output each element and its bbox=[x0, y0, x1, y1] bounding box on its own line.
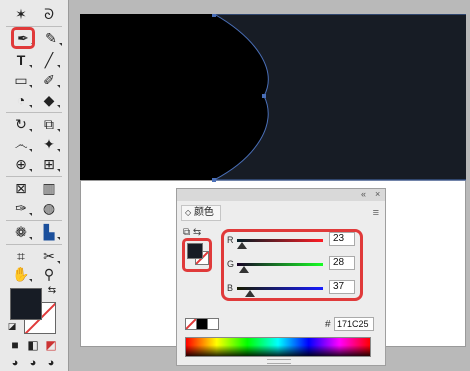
shaper-tool-icon[interactable]: ◔ bbox=[8, 90, 34, 110]
perspective-grid-tool-icon[interactable]: ⊞ bbox=[36, 154, 62, 174]
gradient-mode-icon[interactable]: ◧ bbox=[24, 338, 42, 352]
lasso-icon[interactable]: ᘐ bbox=[36, 4, 62, 24]
mesh-tool-icon[interactable]: ⊠ bbox=[8, 178, 34, 198]
hex-label: # bbox=[325, 319, 331, 330]
draw-behind-icon[interactable]: ◕ bbox=[24, 356, 42, 370]
close-panel-icon[interactable]: × bbox=[375, 189, 380, 199]
draw-normal-icon[interactable]: ◕ bbox=[6, 356, 24, 370]
gradient-tool-icon[interactable]: ▥ bbox=[36, 178, 62, 198]
paintbrush-tool-icon[interactable]: ✐ bbox=[36, 70, 62, 90]
slice-tool-icon[interactable]: ✂ bbox=[36, 246, 62, 266]
line-tool-icon[interactable]: ╱ bbox=[36, 50, 62, 70]
tools-panel: ✶ ᘐ ✒ ✎ T ╱ ▭ ✐ ◔ ◆ ↻ ⧉ ෴ ✦ ⊕ ⊞ ⊠ ▥ ✑ ◍ … bbox=[0, 0, 69, 371]
hex-value-field[interactable]: 171C25 bbox=[334, 317, 374, 331]
tab-color[interactable]: ◇ 颜色 bbox=[181, 205, 221, 221]
scale-tool-icon[interactable]: ⧉ bbox=[36, 114, 62, 134]
eyedropper-tool-icon[interactable]: ✑ bbox=[8, 198, 34, 218]
collapse-panel-icon[interactable]: « bbox=[361, 189, 366, 199]
panel-resize-grip[interactable] bbox=[267, 359, 291, 364]
color-spectrum-ramp[interactable] bbox=[185, 337, 371, 357]
blend-tool-icon[interactable]: ◍ bbox=[36, 198, 62, 218]
puppet-warp-tool-icon[interactable]: ✦ bbox=[36, 134, 62, 154]
toolbar-divider bbox=[6, 112, 62, 113]
rotate-tool-icon[interactable]: ↻ bbox=[8, 114, 34, 134]
default-fill-stroke-icon[interactable]: ◪ bbox=[6, 320, 18, 332]
none-mode-icon[interactable]: ◩ bbox=[42, 338, 60, 352]
curvature-tool-icon[interactable]: ✎ bbox=[38, 28, 64, 48]
magic-wand-icon[interactable]: ✶ bbox=[8, 4, 34, 24]
color-mode-icon[interactable]: ■ bbox=[6, 338, 24, 352]
toolbar-divider bbox=[6, 176, 62, 177]
draw-inside-icon[interactable]: ◕ bbox=[42, 356, 60, 370]
zoom-tool-icon[interactable]: ⚲ bbox=[36, 264, 62, 284]
symbol-sprayer-tool-icon[interactable]: ❁ bbox=[8, 222, 34, 242]
white-swatch[interactable] bbox=[207, 318, 219, 330]
rgb-sliders-highlight bbox=[221, 229, 363, 301]
toolbar-divider bbox=[6, 244, 62, 245]
artboard-tool-icon[interactable]: ⌗ bbox=[8, 246, 34, 266]
pen-tool-highlight bbox=[11, 27, 35, 49]
color-panel: « × ◇ 颜色 ≡ ⧉ ⇆ R 23 G 28 B 37 # 171C25 bbox=[176, 188, 386, 366]
tab-color-label: 颜色 bbox=[193, 207, 214, 218]
eraser-tool-icon[interactable]: ◆ bbox=[36, 90, 62, 110]
column-graph-tool-icon[interactable]: ▙ bbox=[36, 222, 62, 242]
tab-expand-icon: ◇ bbox=[185, 208, 192, 217]
fill-swatch[interactable] bbox=[10, 288, 42, 320]
shape-builder-tool-icon[interactable]: ⊕ bbox=[8, 154, 34, 174]
fill-stroke-highlight bbox=[182, 238, 212, 272]
fill-stroke-mini-icons[interactable]: ⧉ ⇆ bbox=[183, 227, 201, 238]
panel-titlebar[interactable]: « × bbox=[177, 189, 385, 201]
rectangle-tool-icon[interactable]: ▭ bbox=[8, 70, 34, 90]
hand-tool-icon[interactable]: ✋ bbox=[8, 264, 34, 284]
type-tool-icon[interactable]: T bbox=[8, 50, 34, 70]
half-circle-shape[interactable] bbox=[80, 14, 466, 184]
toolbar-divider bbox=[6, 220, 62, 221]
swap-fill-stroke-icon[interactable]: ⇆ bbox=[44, 284, 60, 298]
warp-tool-icon[interactable]: ෴ bbox=[8, 134, 34, 154]
panel-menu-icon[interactable]: ≡ bbox=[373, 207, 379, 219]
